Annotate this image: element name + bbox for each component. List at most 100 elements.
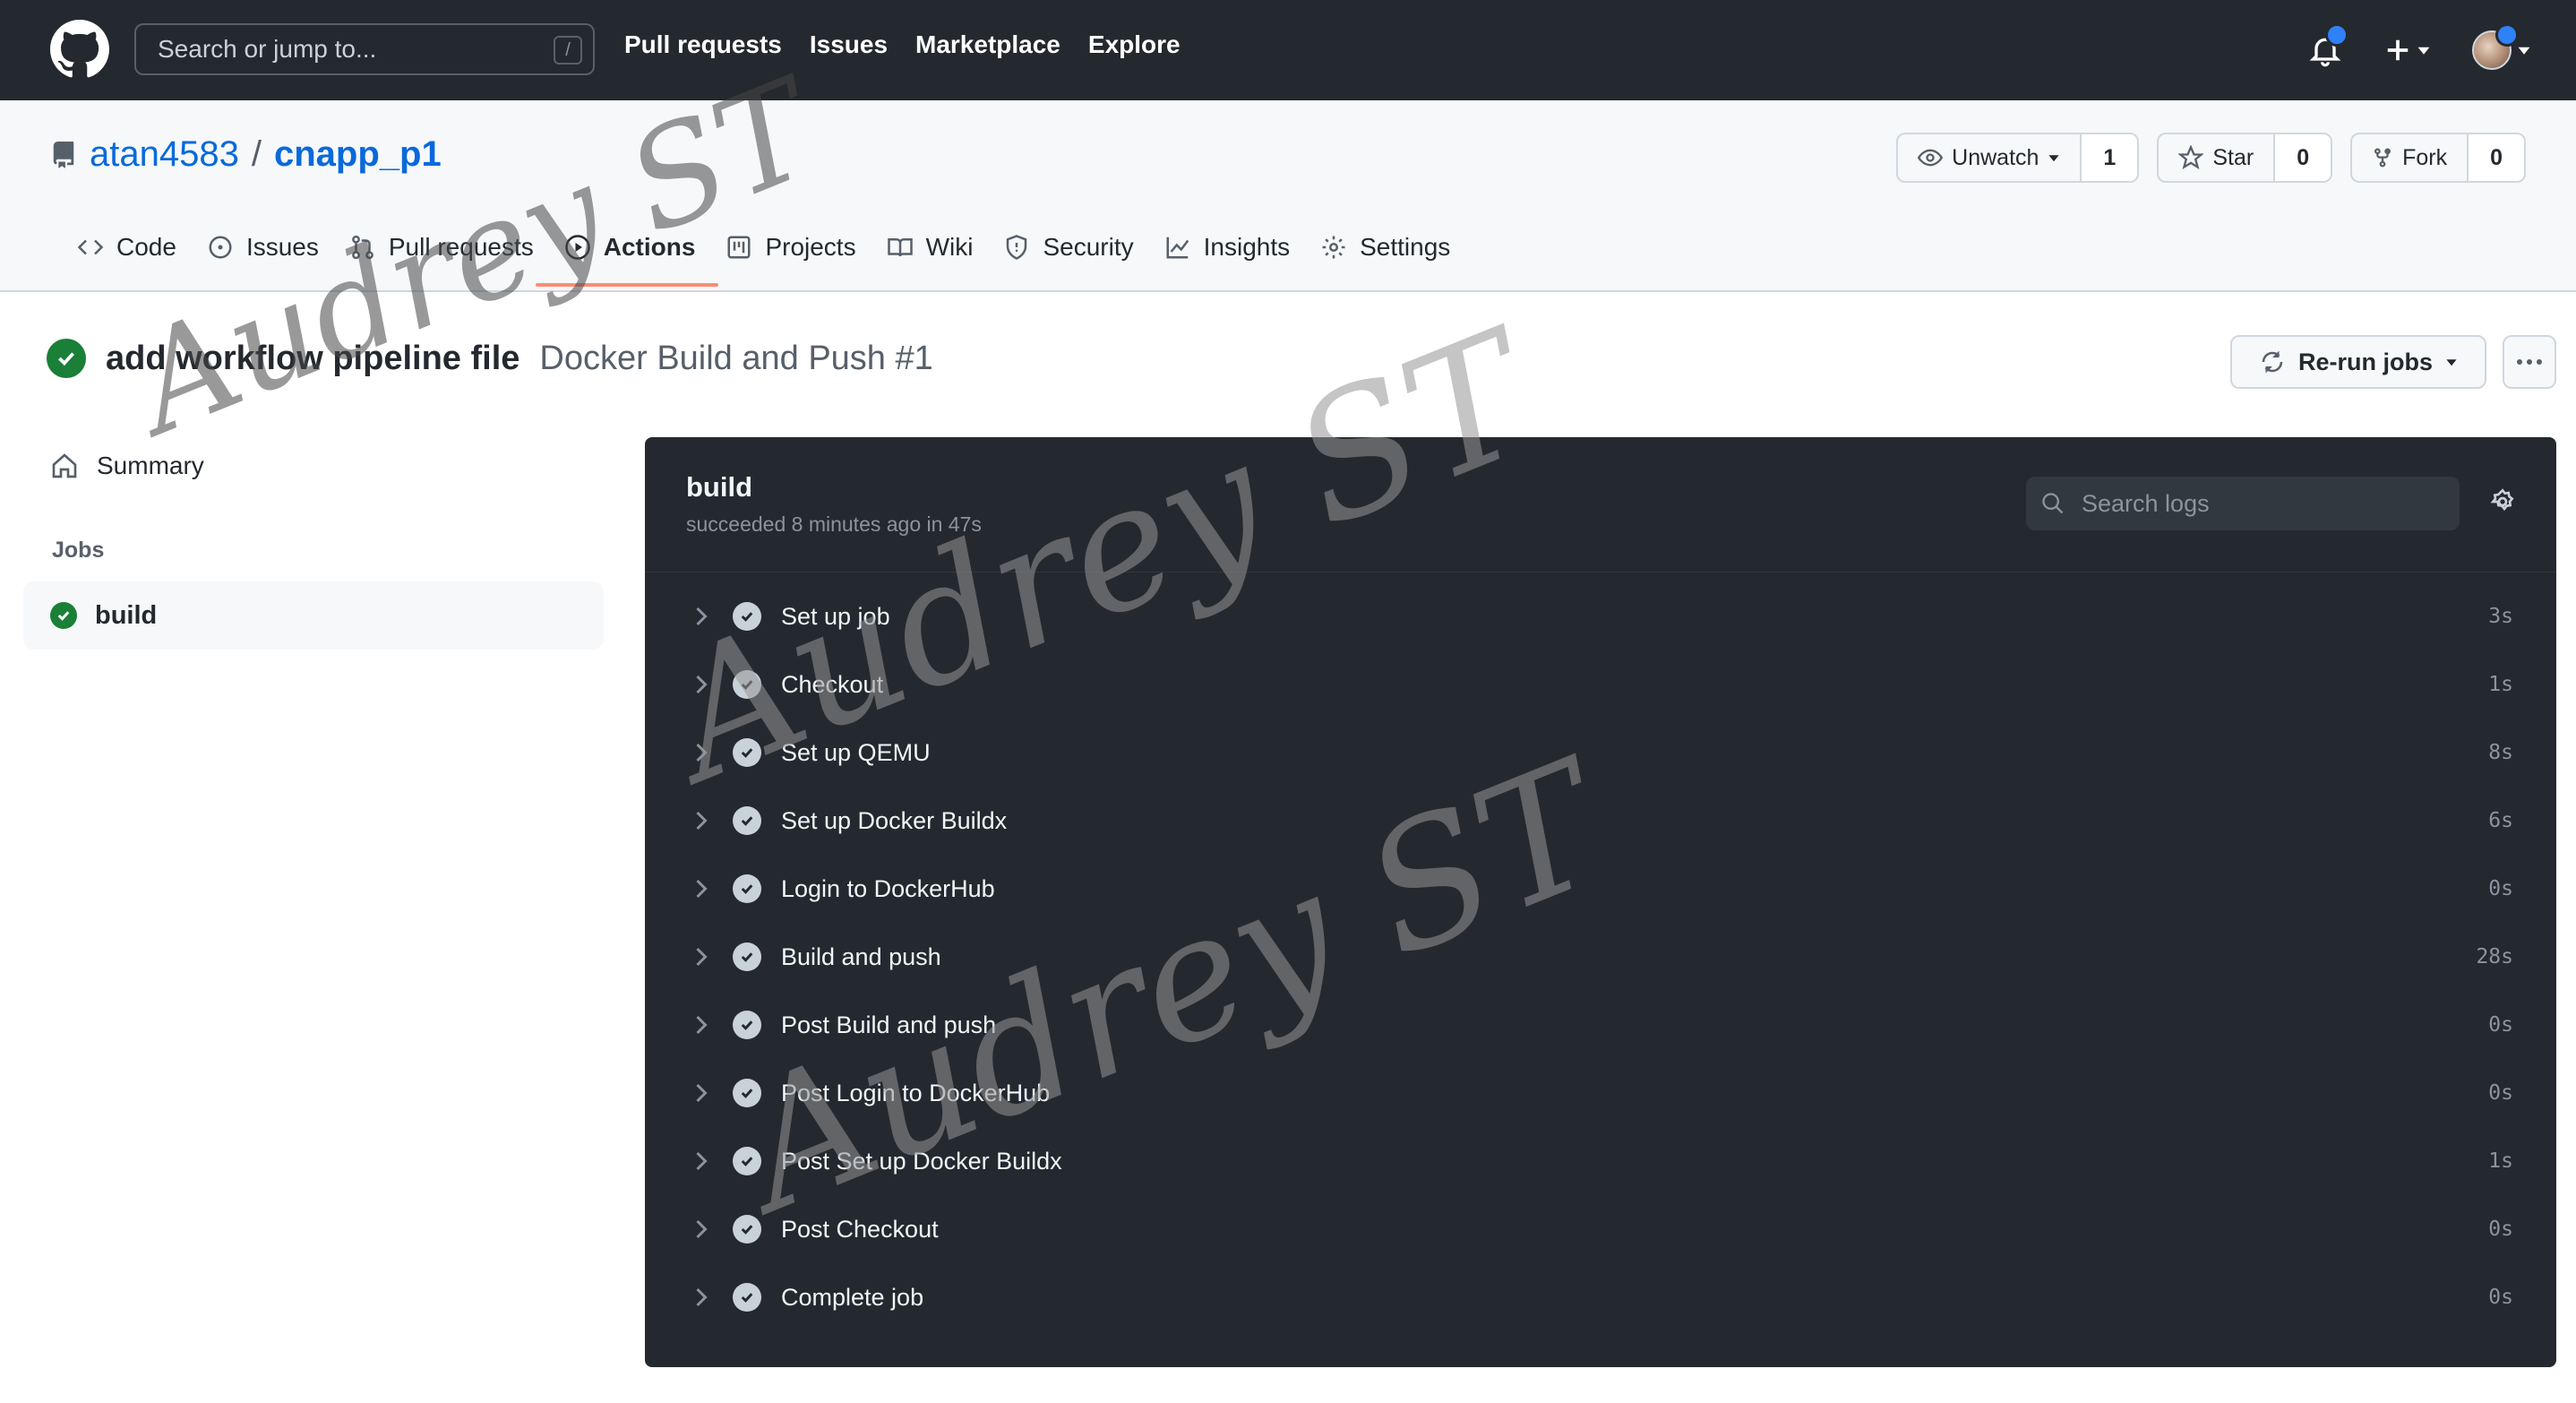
nav-explore[interactable]: Explore: [1088, 30, 1181, 59]
repo-actions: Unwatch 1 Star 0 Fork 0: [1896, 133, 2526, 183]
fork-count[interactable]: 0: [2469, 134, 2524, 181]
github-logo-icon[interactable]: [50, 20, 109, 79]
tab-code[interactable]: Code: [77, 222, 202, 283]
step-duration: 0s: [2488, 1218, 2513, 1241]
bell-icon[interactable]: [2307, 23, 2348, 68]
tab-projects[interactable]: Projects: [726, 222, 880, 283]
tab-security[interactable]: Security: [1003, 222, 1158, 283]
tab-label: Security: [1043, 233, 1134, 261]
tab-settings[interactable]: Settings: [1320, 222, 1475, 283]
user-menu-button[interactable]: [2472, 23, 2531, 70]
step-duration: 0s: [2488, 1286, 2513, 1309]
step-name: Checkout: [781, 670, 884, 698]
run-title: add workflow pipeline file Docker Build …: [47, 339, 933, 378]
job-step[interactable]: Post Login to DockerHub 0s: [645, 1059, 2556, 1127]
caret-down-icon: [2518, 47, 2530, 55]
job-status-text: succeeded 8 minutes ago in 47s: [686, 512, 982, 536]
header-actions: [2307, 23, 2531, 77]
watch-count[interactable]: 1: [2082, 134, 2138, 181]
chevron-right-icon: [696, 1287, 708, 1307]
step-check-icon: [733, 1079, 761, 1107]
repo-owner-link[interactable]: atan4583: [90, 134, 239, 175]
step-check-icon: [733, 1215, 761, 1244]
kebab-horizontal-icon: [2517, 359, 2542, 365]
create-new-button[interactable]: [2384, 37, 2431, 64]
gear-icon: [1322, 236, 1345, 259]
tab-wiki[interactable]: Wiki: [887, 222, 999, 283]
star-label: Star: [2212, 144, 2254, 170]
step-name: Complete job: [781, 1283, 924, 1311]
job-step[interactable]: Post Checkout 0s: [645, 1195, 2556, 1263]
step-duration: 0s: [2488, 1081, 2513, 1105]
search-logs-input[interactable]: Search logs: [2026, 477, 2460, 530]
success-check-icon: [50, 602, 77, 629]
chevron-right-icon: [696, 879, 708, 899]
nav-marketplace[interactable]: Marketplace: [915, 30, 1060, 59]
step-duration: 0s: [2488, 877, 2513, 900]
step-check-icon: [733, 738, 761, 767]
job-step[interactable]: Post Build and push 0s: [645, 991, 2556, 1059]
search-icon: [2042, 493, 2064, 514]
step-check-icon: [733, 1011, 761, 1039]
chevron-right-icon: [696, 1083, 708, 1103]
caret-down-icon: [2048, 155, 2060, 162]
star-icon: [2178, 145, 2204, 170]
step-name: Build and push: [781, 943, 941, 970]
fork-button[interactable]: Fork: [2352, 134, 2469, 181]
step-check-icon: [733, 943, 761, 971]
summary-link[interactable]: Summary: [23, 439, 604, 493]
step-name: Login to DockerHub: [781, 874, 995, 902]
step-name: Set up QEMU: [781, 738, 931, 766]
run-sidebar: Summary Jobs build: [23, 439, 604, 650]
repo-tabs: Code Issues Pull requests Actions Projec…: [77, 222, 1481, 287]
job-item-build[interactable]: build: [23, 581, 604, 650]
code-icon: [77, 239, 104, 255]
job-step[interactable]: Checkout 1s: [645, 650, 2556, 719]
job-step[interactable]: Set up QEMU 8s: [645, 719, 2556, 787]
play-icon: [565, 235, 590, 260]
eye-icon: [1918, 149, 1944, 167]
project-icon: [727, 236, 751, 259]
job-step[interactable]: Post Set up Docker Buildx 1s: [645, 1127, 2556, 1195]
step-check-icon: [733, 1283, 761, 1312]
step-duration: 0s: [2488, 1013, 2513, 1037]
caret-down-icon: [2446, 359, 2457, 366]
star-count[interactable]: 0: [2275, 134, 2331, 181]
tab-pull-requests[interactable]: Pull requests: [349, 222, 559, 283]
repo-separator: /: [251, 134, 262, 174]
tab-actions[interactable]: Actions: [535, 222, 721, 287]
chevron-right-icon: [696, 675, 708, 694]
shield-icon: [1007, 235, 1027, 260]
success-check-icon: [47, 339, 86, 378]
repo-name-link[interactable]: cnapp_p1: [274, 134, 442, 175]
tab-label: Pull requests: [388, 233, 534, 261]
job-step[interactable]: Build and push 28s: [645, 923, 2556, 991]
nav-issues[interactable]: Issues: [810, 30, 888, 59]
fork-icon: [2374, 148, 2391, 168]
tab-insights[interactable]: Insights: [1164, 222, 1316, 283]
graph-icon: [1166, 237, 1189, 259]
unwatch-button[interactable]: Unwatch: [1898, 134, 2082, 181]
job-step[interactable]: Complete job 0s: [645, 1263, 2556, 1331]
job-steps-list: Set up job 3s Checkout 1s Set up QEMU 8s…: [645, 582, 2556, 1331]
rerun-label: Re-run jobs: [2297, 348, 2433, 375]
status-dot: [2495, 23, 2519, 47]
top-nav: Pull requests Issues Marketplace Explore: [624, 30, 1181, 59]
search-shortcut-key: /: [554, 36, 582, 65]
star-button-group: Star 0: [2157, 133, 2333, 183]
more-options-button[interactable]: [2503, 335, 2556, 389]
log-settings-gear-icon[interactable]: [2488, 487, 2517, 516]
job-step[interactable]: Login to DockerHub 0s: [645, 855, 2556, 923]
tab-issues[interactable]: Issues: [207, 222, 344, 283]
rerun-jobs-button[interactable]: Re-run jobs: [2230, 335, 2486, 389]
tab-label: Issues: [245, 233, 319, 261]
tab-label: Settings: [1360, 233, 1451, 261]
tab-label: Projects: [765, 233, 856, 261]
job-step[interactable]: Set up job 3s: [645, 582, 2556, 650]
nav-pull-requests[interactable]: Pull requests: [624, 30, 782, 59]
global-search-input[interactable]: Search or jump to... /: [134, 23, 595, 75]
star-button[interactable]: Star: [2159, 134, 2276, 181]
job-step[interactable]: Set up Docker Buildx 6s: [645, 787, 2556, 855]
step-duration: 8s: [2488, 741, 2513, 764]
commit-message: add workflow pipeline file: [106, 339, 520, 377]
